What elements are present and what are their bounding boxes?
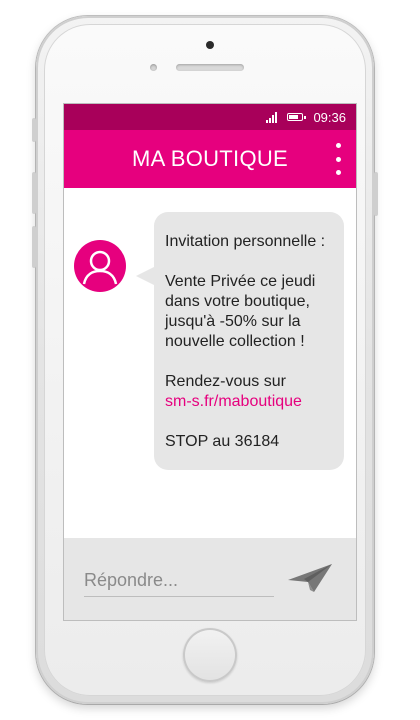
volume-down-button [32,226,36,268]
app-title: MA BOUTIQUE [131,146,289,171]
status-bar: 09:36 [64,104,356,130]
message-line: Invitation personnelle : [165,233,326,250]
bubble-tail [136,266,156,286]
signal-icon [266,111,278,123]
reply-input[interactable] [84,564,274,597]
message-line: nouvelle collection ! [165,333,305,350]
front-camera [206,41,214,49]
battery-icon [287,113,307,121]
send-paper-plane-icon[interactable] [284,560,336,596]
conversation-area: Invitation personnelle : Vente Privée ce… [64,188,356,538]
message-link[interactable]: sm-s.fr/maboutique [165,392,334,412]
home-button[interactable] [183,628,237,682]
proximity-sensor [150,64,157,71]
phone-screen: 09:36 MA BOUTIQUE Invitation personnelle… [64,104,356,620]
message-line: STOP au 36184 [165,433,280,450]
message-bubble: Invitation personnelle : Vente Privée ce… [154,212,344,470]
app-bar: MA BOUTIQUE [64,130,356,188]
reply-bar [64,538,356,620]
mute-switch [32,118,36,142]
message-line: dans votre boutique, [165,293,310,310]
message-line: Vente Privée ce jeudi [165,273,316,290]
message-line: jusqu'à -50% sur la [165,313,301,330]
user-avatar-icon [74,240,126,292]
volume-up-button [32,172,36,214]
status-time: 09:36 [313,109,346,125]
earpiece-speaker [176,64,244,71]
status-icons: 09:36 [266,104,346,130]
power-button [374,172,378,216]
message-line: Rendez-vous sur [165,373,286,390]
more-vert-icon[interactable] [332,143,344,175]
